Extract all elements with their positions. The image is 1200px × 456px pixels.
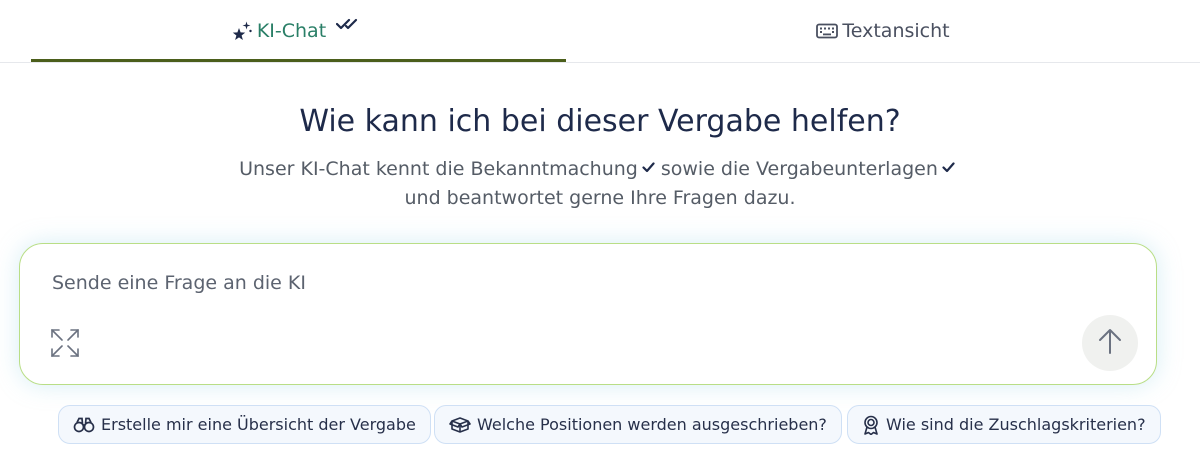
suggestion-overview-button[interactable]: Erstelle mir eine Übersicht der Vergabe <box>58 405 431 444</box>
intro-text-line2: und beantwortet gerne Ihre Fragen dazu. <box>404 187 796 209</box>
box-icon <box>449 416 471 434</box>
intro-text-part2: sowie die Vergabeunterlagen <box>660 158 938 180</box>
suggestion-criteria-label: Wie sind die Zuschlagskriterien? <box>886 415 1146 434</box>
keyboard-icon <box>816 23 839 39</box>
binoculars-icon <box>73 416 95 434</box>
expand-icon[interactable] <box>50 328 80 358</box>
tab-bar: KI-Chat Textansicht <box>0 0 1200 63</box>
tab-textansicht[interactable]: Textansicht <box>566 0 1200 61</box>
suggestion-overview-label: Erstelle mir eine Übersicht der Vergabe <box>101 415 416 434</box>
tab-textansicht-label: Textansicht <box>842 19 950 42</box>
tab-ki-chat-label: KI-Chat <box>256 19 327 42</box>
chat-input-box <box>19 243 1157 385</box>
arrow-up-icon <box>1097 327 1123 359</box>
suggestion-criteria-button[interactable]: Wie sind die Zuschlagskriterien? <box>847 405 1161 444</box>
award-icon <box>862 415 880 435</box>
intro-text-part1: Unser KI-Chat kennt die Bekanntmachung <box>239 158 638 180</box>
sparkle-star-icon <box>231 20 253 42</box>
check-icon <box>942 153 955 182</box>
send-button[interactable] <box>1082 315 1138 371</box>
check-icon <box>642 153 655 182</box>
double-check-icon <box>336 17 362 31</box>
chat-question-input[interactable] <box>50 268 1104 298</box>
suggestion-positions-label: Welche Positionen werden ausgeschrieben? <box>477 415 827 434</box>
tab-ki-chat[interactable]: KI-Chat <box>31 0 566 62</box>
suggestion-positions-button[interactable]: Welche Positionen werden ausgeschrieben? <box>434 405 842 444</box>
intro-text: Unser KI-Chat kennt die Bekanntmachung so… <box>0 155 1200 213</box>
page-title: Wie kann ich bei dieser Vergabe helfen? <box>299 104 901 139</box>
